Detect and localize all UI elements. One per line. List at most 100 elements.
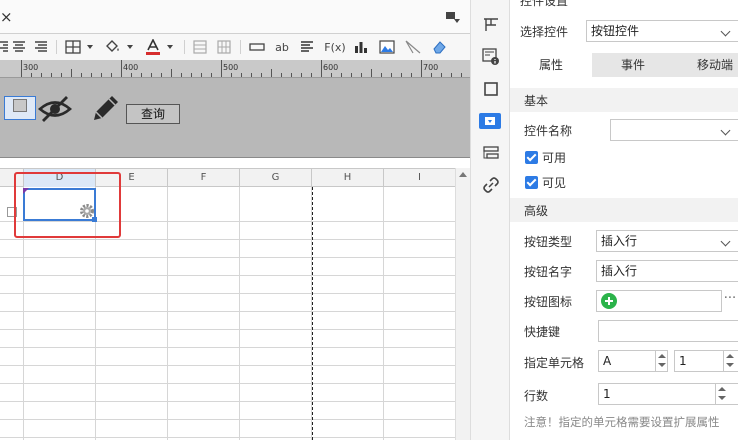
slash-icon[interactable]: [404, 39, 422, 55]
grid-row-line: [0, 311, 455, 312]
border-icon[interactable]: [64, 39, 82, 55]
font-color-icon[interactable]: [144, 39, 162, 55]
button-icon-label: 按钮图标: [524, 295, 573, 309]
grid-row-line: [0, 419, 455, 420]
stepper-arrows-icon[interactable]: [723, 351, 735, 371]
row-count-value: 1: [603, 387, 611, 401]
split-cells-icon[interactable]: [216, 39, 232, 55]
stepper-arrows-icon[interactable]: [715, 384, 727, 404]
ruler-tick: [221, 60, 222, 77]
ruler-minor-tick: [241, 73, 242, 77]
tab-menu-icon[interactable]: [446, 12, 460, 24]
text-icon[interactable]: ab: [272, 39, 292, 55]
pencil-icon[interactable]: [90, 92, 122, 124]
ruler-minor-tick: [41, 73, 42, 77]
column-header-f[interactable]: F: [168, 169, 240, 187]
enabled-checkbox[interactable]: [525, 151, 538, 164]
ruler-minor-tick: [361, 73, 362, 77]
ruler-minor-tick: [131, 73, 132, 77]
font-color-dropdown-icon[interactable]: [167, 45, 173, 49]
formula-icon[interactable]: F(x): [324, 39, 346, 55]
list-icon[interactable]: [480, 142, 502, 164]
section-advanced[interactable]: 高级: [510, 198, 738, 222]
ruler-tick: [121, 60, 122, 77]
ruler-minor-tick: [341, 73, 342, 77]
ruler-minor-tick: [391, 73, 392, 77]
image-icon[interactable]: [378, 39, 396, 55]
ruler-minor-tick: [411, 73, 412, 77]
more-button[interactable]: ···: [722, 290, 738, 310]
control-name-label: 控件名称: [524, 124, 573, 138]
align-right-icon[interactable]: [0, 39, 8, 55]
ruler-minor-tick: [261, 73, 262, 77]
fill-dropdown-icon[interactable]: [127, 45, 133, 49]
ruler-minor-tick: [251, 73, 252, 77]
ruler-label: 500: [223, 63, 239, 72]
tab-properties[interactable]: 属性: [510, 53, 592, 77]
button-type-value: 插入行: [601, 234, 638, 248]
widget-icon[interactable]: [479, 113, 501, 129]
button-name-input[interactable]: 插入行: [596, 260, 738, 282]
chart-icon[interactable]: [352, 39, 370, 55]
ruler-minor-tick: [431, 73, 432, 77]
eraser-icon[interactable]: [430, 39, 448, 55]
column-header-h[interactable]: H: [312, 169, 384, 187]
target-cell-row-stepper[interactable]: 1: [674, 350, 738, 372]
ruler-minor-tick: [231, 73, 232, 77]
ruler-minor-tick: [61, 73, 62, 77]
row-count-label: 行数: [524, 389, 549, 403]
control-settings-panel: 控件设置 选择控件 按钮控件 属性 事件 移动端 基本 控件名称 可用 可见 高…: [510, 0, 738, 440]
align-center-icon[interactable]: [12, 39, 26, 55]
visible-checkbox[interactable]: [525, 176, 538, 189]
button-name-label: 按钮名字: [524, 265, 573, 279]
align-justify-icon[interactable]: [34, 39, 48, 55]
button-name-value: 插入行: [601, 264, 638, 278]
stepper-arrows-icon[interactable]: [655, 351, 667, 371]
ruler-minor-tick: [91, 73, 92, 77]
target-cell-column-stepper[interactable]: A: [598, 350, 668, 372]
row-count-stepper[interactable]: 1: [598, 383, 738, 405]
hidden-eye-icon[interactable]: [38, 94, 72, 124]
ruler-minor-tick: [211, 73, 212, 77]
frame-icon[interactable]: [480, 78, 502, 100]
ruler-minor-tick: [161, 73, 162, 77]
column-header-i[interactable]: I: [384, 169, 455, 187]
tab-close-button[interactable]: ×: [0, 8, 14, 26]
select-control-dropdown[interactable]: 按钮控件: [586, 20, 738, 42]
toolbar-divider: [240, 40, 241, 54]
paragraph-icon[interactable]: [298, 39, 316, 55]
control-name-dropdown[interactable]: [610, 119, 738, 141]
ruler-minor-tick: [141, 73, 142, 77]
ruler-minor-tick: [401, 73, 402, 77]
link-icon[interactable]: [480, 174, 502, 196]
ruler-minor-tick: [371, 69, 372, 77]
merge-cells-icon[interactable]: [192, 39, 208, 55]
tab-mobile[interactable]: 移动端: [674, 53, 738, 77]
button-type-dropdown[interactable]: 插入行: [596, 230, 738, 252]
select-control-label: 选择控件: [520, 25, 569, 39]
fill-color-icon[interactable]: [104, 39, 122, 55]
ruler-minor-tick: [271, 69, 272, 77]
column-header-g[interactable]: G: [240, 169, 312, 187]
grid-column-line: [239, 187, 240, 440]
ruler-tick: [421, 60, 422, 77]
ruler-minor-tick: [51, 73, 52, 77]
button-icon-field[interactable]: [596, 290, 722, 312]
form-info-icon[interactable]: [480, 46, 502, 68]
layout-icon[interactable]: [480, 14, 502, 36]
grid-row-line: [0, 293, 455, 294]
tab-events[interactable]: 事件: [592, 53, 674, 77]
section-basic[interactable]: 基本: [510, 88, 738, 112]
ruler-minor-tick: [111, 73, 112, 77]
query-button[interactable]: 查询: [126, 104, 180, 124]
ruler-label: 700: [423, 63, 439, 72]
insert-row-icon[interactable]: [248, 39, 266, 55]
border-dropdown-icon[interactable]: [87, 45, 93, 49]
selected-widget[interactable]: [4, 96, 36, 120]
shortcut-input[interactable]: [598, 320, 738, 342]
vertical-scrollbar[interactable]: [455, 168, 470, 440]
grid-column-line: [383, 187, 384, 440]
scroll-up-icon[interactable]: [459, 172, 467, 177]
ruler-minor-tick: [101, 73, 102, 77]
chevron-down-icon: [720, 26, 731, 37]
